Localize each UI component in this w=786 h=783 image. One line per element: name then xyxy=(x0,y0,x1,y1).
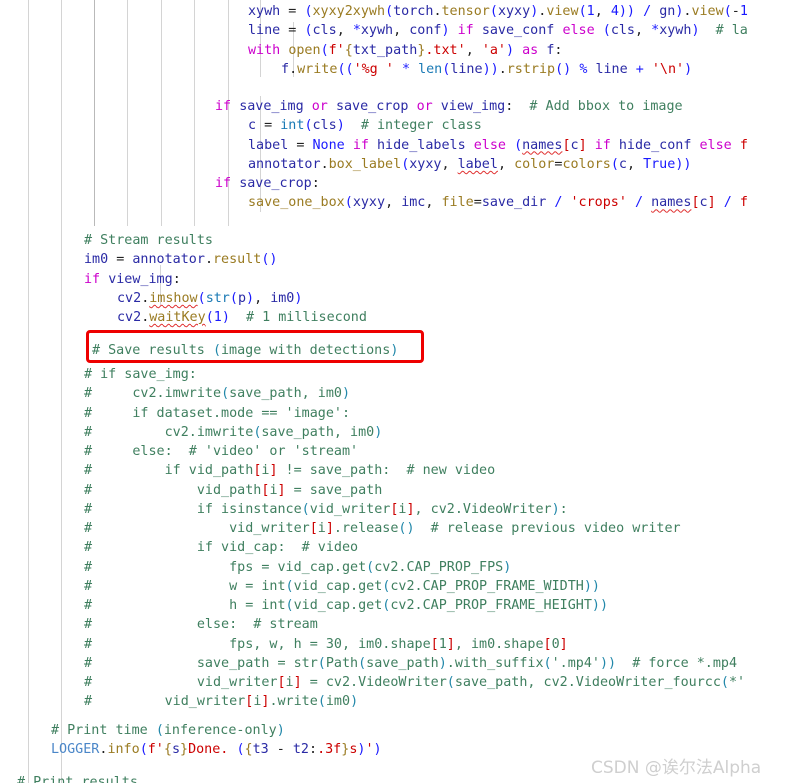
code-line: annotator.box_label(xyxy, label, color=c… xyxy=(248,156,692,172)
code-line: if save_crop: xyxy=(215,176,320,191)
code-line: with open(f'{txt_path}.txt', 'a') as f: xyxy=(248,42,563,58)
code-line: # vid_writer[i].write(im0) xyxy=(84,694,359,710)
code-line: # vid_path[i] = save_path xyxy=(84,482,383,498)
code-editor-pane[interactable]: xywh = (xyxy2xywh(torch.tensor(xyxy).vie… xyxy=(0,0,786,783)
code-line: if save_img or save_crop or view_img: # … xyxy=(215,99,683,114)
code-line: # save_path = str(Path(save_path).with_s… xyxy=(84,655,738,671)
code-line: # Print time (inference-only) xyxy=(51,723,285,738)
code-line: cv2.waitKey(1) # 1 millisecond xyxy=(117,310,367,325)
code-line: # if vid_path[i] != save_path: # new vid… xyxy=(84,463,496,479)
code-line-highlighted: # Save results (image with detections) xyxy=(92,343,399,358)
code-line: # fps, w, h = 30, im0.shape[1], im0.shap… xyxy=(84,636,568,652)
code-line: # else: # stream xyxy=(84,617,318,633)
code-line: if view_img: xyxy=(84,271,181,287)
code-line: # h = int(vid_cap.get(cv2.CAP_PROP_FRAME… xyxy=(84,598,609,613)
code-line: # cv2.imwrite(save_path, im0) xyxy=(84,424,383,440)
code-line: line = (cls, *xywh, conf) if save_conf e… xyxy=(248,23,748,39)
code-line: # Stream results xyxy=(84,233,213,248)
code-line: cv2.imshow(str(p), im0) xyxy=(117,290,303,306)
code-line: im0 = annotator.result() xyxy=(84,252,278,268)
csdn-watermark: CSDN @诶尔法Alpha xyxy=(591,758,762,778)
code-line: # fps = vid_cap.get(cv2.CAP_PROP_FPS) xyxy=(84,559,512,575)
code-line: # w = int(vid_cap.get(cv2.CAP_PROP_FRAME… xyxy=(84,578,600,594)
code-line: # cv2.imwrite(save_path, im0) xyxy=(84,386,351,402)
code-line: # if save_img: xyxy=(84,367,197,382)
code-line: xywh = (xyxy2xywh(torch.tensor(xyxy).vie… xyxy=(248,4,748,19)
code-line: f.write(('%g ' * len(line)).rstrip() % l… xyxy=(281,61,693,77)
code-line: label = None if hide_labels else (names[… xyxy=(248,137,748,153)
code-line: save_one_box(xyxy, imc, file=save_dir / … xyxy=(248,195,748,211)
code-line: # if isinstance(vid_writer[i], cv2.Video… xyxy=(84,501,568,517)
code-line: # if dataset.mode == 'image': xyxy=(84,405,351,421)
code-text-surface[interactable]: xywh = (xyxy2xywh(torch.tensor(xyxy).vie… xyxy=(0,0,786,783)
code-line: # vid_writer[i].release() # release prev… xyxy=(84,521,681,536)
code-line: c = int(cls) # integer class xyxy=(248,118,482,134)
code-line: # vid_writer[i] = cv2.VideoWriter(save_p… xyxy=(84,675,746,690)
code-line: # if vid_cap: # video xyxy=(84,540,359,556)
code-line: # else: # 'video' or 'stream' xyxy=(84,444,359,459)
